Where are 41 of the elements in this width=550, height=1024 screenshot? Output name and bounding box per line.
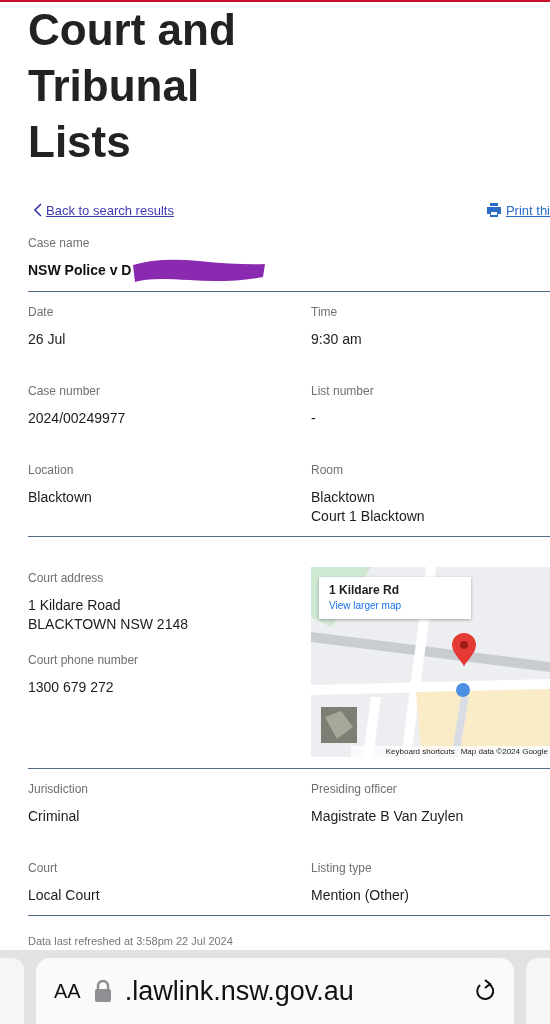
view-larger-map-link[interactable]: View larger map [329,600,461,611]
field-value: 2024/00249977 [28,409,127,428]
field-value: Magistrate B Van Zuylen [311,807,465,826]
field-label: Listing type [311,860,373,876]
print-link[interactable]: Print thi [485,202,550,218]
field-label: Court phone number [28,652,140,668]
map-footer-link[interactable]: Map data ©2024 Google [460,747,548,756]
field-value: Local Court [28,886,101,905]
back-link[interactable]: Back to search results [34,202,174,218]
field-value: - [311,409,317,428]
text-size-button[interactable]: AA [54,979,81,1003]
field-label: Court address [28,570,105,586]
field-value: 26 Jul [28,330,67,349]
map-footer-link[interactable]: Keyboard shortcuts [385,747,455,756]
map-place-name: 1 Kildare Rd [329,583,401,597]
field-value: 9:30 am [311,330,363,349]
field-label: Room [311,462,344,478]
field-label: List number [311,383,375,399]
field-value: Criminal [28,807,81,826]
field-value: 1 Kildare Road BLACKTOWN NSW 2148 [28,596,189,634]
refreshed-note: Data last refreshed at 3:58pm 22 Jul 2024 [28,935,234,947]
page-title: Court and Tribunal Lists [28,4,237,168]
field-value: 1300 679 272 [28,678,115,697]
field-label: Court [28,860,59,876]
printer-icon [485,202,502,218]
field-value: Blacktown Court 1 Blacktown [311,488,426,526]
reload-icon[interactable] [474,979,496,1003]
url-text: .lawlink.nsw.gov.au [124,975,355,1007]
address-bar[interactable]: AA .lawlink.nsw.gov.au [36,958,514,1024]
field-label: Case number [28,383,102,399]
field-label: Jurisdiction [28,781,90,797]
field-label: Location [28,462,75,478]
field-label: Date [28,304,55,320]
field-label: Time [311,304,339,320]
lock-icon [94,980,111,1002]
field-value: Blacktown [28,488,93,507]
field-value: Mention (Other) [311,886,411,905]
field-label: Presiding officer [311,781,398,797]
field-label: Case name [28,235,91,251]
chevron-left-icon [34,203,42,217]
case-name-value: NSW Police v D [28,262,132,278]
